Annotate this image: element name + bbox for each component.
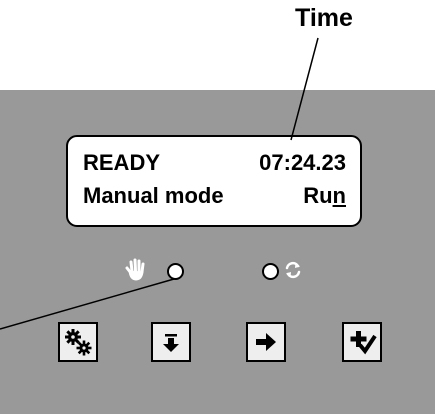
arrow-right-icon bbox=[256, 333, 276, 351]
action-text-prefix: Ru bbox=[303, 183, 333, 208]
time-callout-label: Time bbox=[295, 4, 353, 32]
auto-mode-led bbox=[262, 263, 279, 280]
manual-mode-led bbox=[167, 263, 184, 280]
cycle-icon bbox=[285, 261, 301, 279]
plus-check-icon bbox=[350, 331, 377, 355]
next-button[interactable] bbox=[246, 322, 286, 362]
step-down-icon bbox=[163, 334, 179, 352]
settings-button[interactable] bbox=[58, 322, 98, 362]
action-text: Run bbox=[303, 183, 346, 209]
status-text: READY bbox=[83, 150, 161, 175]
lcd-display: READY 07:24.23 Manual mode Run bbox=[66, 135, 362, 227]
action-text-underlined: n bbox=[332, 183, 346, 208]
mode-text: Manual mode bbox=[83, 183, 224, 208]
time-readout: 07:24.23 bbox=[259, 150, 346, 175]
hand-icon bbox=[125, 258, 145, 281]
add-confirm-button[interactable] bbox=[342, 322, 382, 362]
gears-icon bbox=[65, 329, 92, 356]
step-down-button[interactable] bbox=[151, 322, 191, 362]
